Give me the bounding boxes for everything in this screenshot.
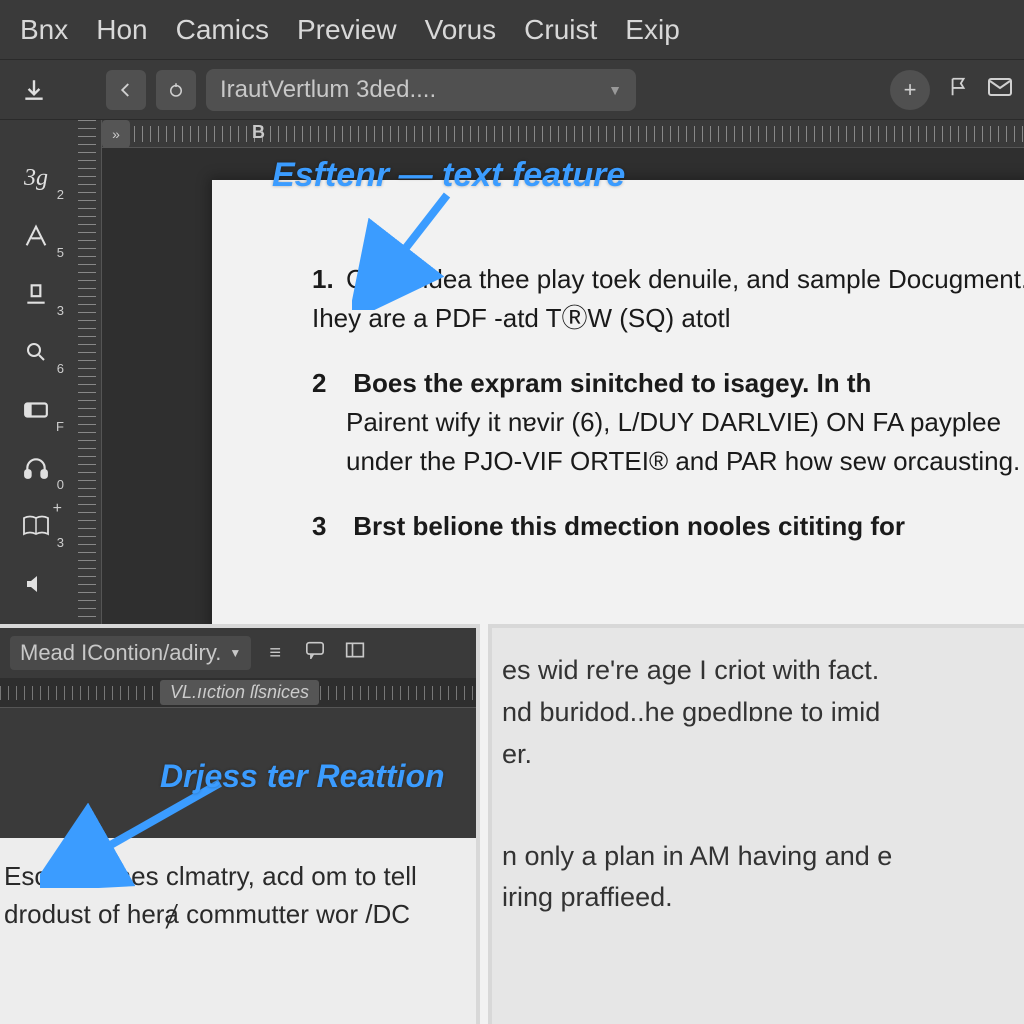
- tool-search[interactable]: 6: [14, 332, 58, 372]
- tool-3g[interactable]: 3g2: [14, 158, 58, 198]
- br-line-1: es wid re're age I criot with fact. nd b…: [502, 650, 1012, 776]
- add-button[interactable]: +: [890, 70, 930, 110]
- tool-speaker[interactable]: [14, 564, 58, 604]
- doc-paragraph-3: 3 Brst belione this dmection nooles citi…: [312, 507, 1024, 546]
- bl-line-1: Escitiom thes clmatry, acd om to tell: [4, 858, 466, 896]
- list-icon[interactable]: ≡: [259, 642, 291, 665]
- comment-icon[interactable]: [299, 641, 331, 665]
- bl-ruler-badge: VL.ııction ſſsnices: [160, 680, 319, 705]
- toolbar: IrautVertlum 3ded.... ▼ +: [0, 60, 1024, 120]
- address-bar[interactable]: IrautVertlum 3ded.... ▼: [206, 69, 636, 111]
- snippet-bottom-left: Mead IContion/adiry.▼ ≡ VL.ııction ſſsni…: [0, 624, 480, 1024]
- tool-align[interactable]: 3: [14, 274, 58, 314]
- doc-paragraph-1: 1.Cordblidea thee play toek denuile, and…: [312, 260, 1024, 338]
- chevron-down-icon[interactable]: ▼: [608, 82, 622, 98]
- download-icon[interactable]: [12, 68, 56, 112]
- menu-exip[interactable]: Exip: [625, 14, 679, 46]
- menu-cruist[interactable]: Cruist: [524, 14, 597, 46]
- bl-dropdown[interactable]: Mead IContion/adiry.▼: [10, 636, 251, 670]
- bl-ruler[interactable]: VL.ııction ſſsnices: [0, 678, 476, 708]
- address-text: IrautVertlum 3ded....: [220, 76, 436, 104]
- doc-paragraph-2: 2 Boes the expram sinitched to isagey. I…: [312, 364, 1024, 481]
- tool-panel[interactable]: F: [14, 390, 58, 430]
- menu-bnx[interactable]: Bnx: [20, 14, 68, 46]
- back-button[interactable]: [106, 70, 146, 110]
- snippet-bottom-right: es wid re're age I criot with fact. nd b…: [488, 624, 1024, 1024]
- menu-preview[interactable]: Preview: [297, 14, 397, 46]
- tool-book[interactable]: + 3: [14, 506, 58, 546]
- flag-icon[interactable]: [948, 76, 970, 104]
- tool-measure[interactable]: 5: [14, 216, 58, 256]
- mail-icon[interactable]: [988, 77, 1012, 103]
- br-line-2: n only a plan in AM having and e iring p…: [502, 836, 1012, 920]
- panel-collapse-icon[interactable]: »: [102, 120, 130, 148]
- reload-button[interactable]: [156, 70, 196, 110]
- panel-icon[interactable]: [339, 641, 371, 665]
- bl-line-2: drodust of herⱥ commutter wor /DC: [4, 896, 466, 934]
- ruler-marker-b: B: [252, 122, 265, 143]
- menu-hon[interactable]: Hon: [96, 14, 147, 46]
- annotation-reattion: Drjess ter Reattion: [160, 758, 445, 795]
- bl-toolbar: Mead IContion/adiry.▼ ≡: [0, 628, 476, 678]
- tool-headset[interactable]: 0: [14, 448, 58, 488]
- menu-vorus[interactable]: Vorus: [425, 14, 497, 46]
- bl-document[interactable]: Escitiom thes clmatry, acd om to tell dr…: [0, 838, 480, 1024]
- ruler-horizontal[interactable]: B: [102, 120, 1024, 148]
- menubar: Bnx Hon Camics Preview Vorus Cruist Exip: [0, 0, 1024, 60]
- menu-camics[interactable]: Camics: [176, 14, 269, 46]
